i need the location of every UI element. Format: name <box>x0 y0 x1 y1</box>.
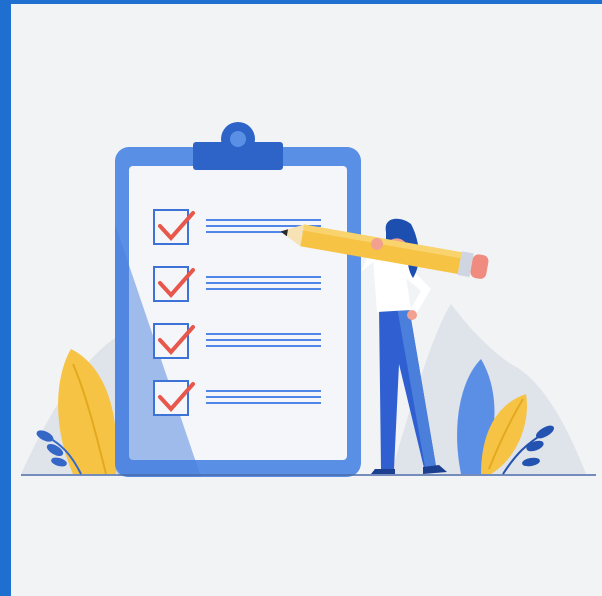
woman-shoe <box>371 469 395 474</box>
clipboard-clip-hole <box>230 131 246 147</box>
checklist-illustration <box>21 122 596 477</box>
woman-hand-on-pencil <box>371 238 383 250</box>
woman-hand <box>407 310 417 320</box>
illustration-frame <box>11 4 602 596</box>
